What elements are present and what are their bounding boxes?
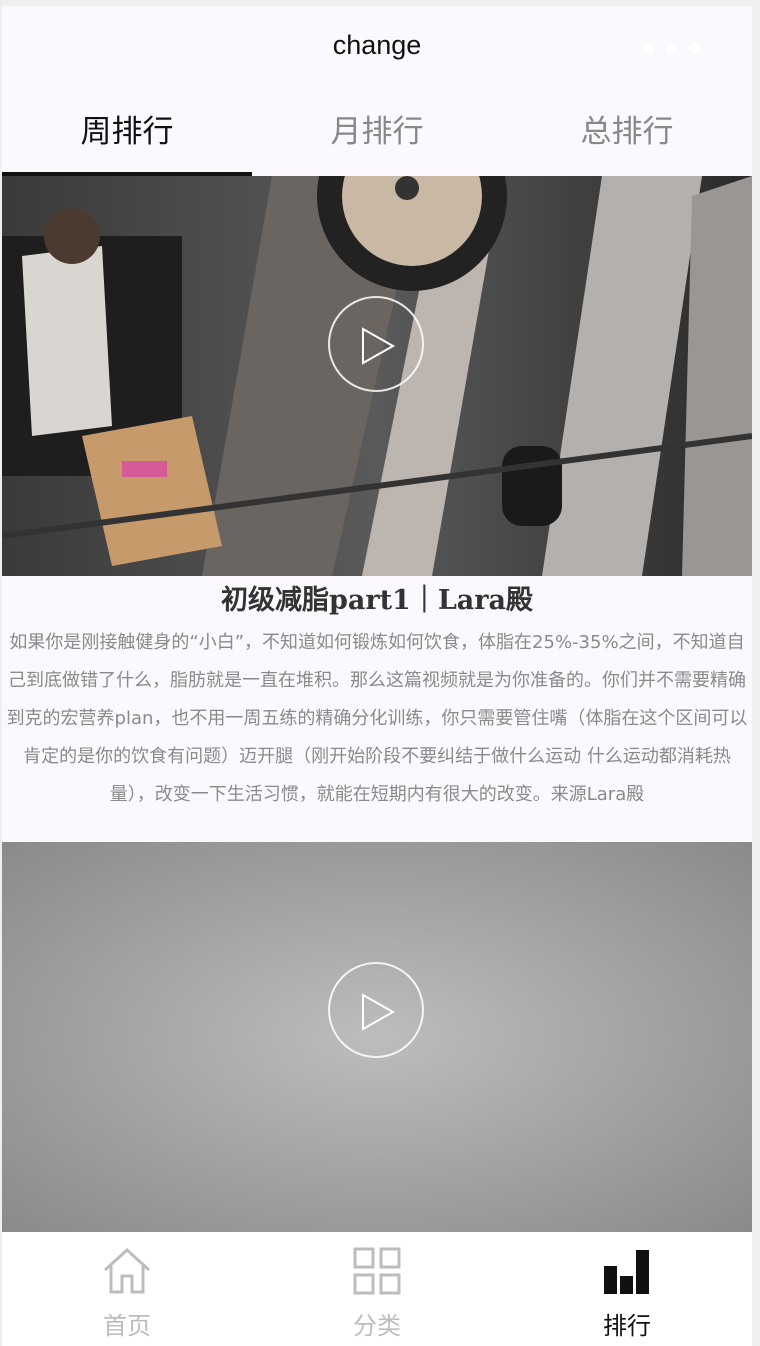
more-menu-button[interactable]: [642, 40, 711, 55]
video-info: 初级减脂part1｜Lara殿 如果你是刚接触健身的“小白”，不知道如何锻炼如何…: [2, 576, 752, 842]
bar-chart-icon: [604, 1250, 649, 1294]
tab-weekly[interactable]: 周排行: [2, 92, 252, 176]
page-title: change: [332, 30, 422, 60]
grid-icon: [353, 1247, 401, 1295]
tab-monthly[interactable]: 月排行: [252, 92, 502, 176]
video-player[interactable]: [2, 176, 752, 576]
nav-label: 分类: [353, 1312, 401, 1340]
more-dot-icon: [688, 42, 701, 55]
nav-item-home[interactable]: 首页: [2, 1232, 252, 1346]
play-icon: [362, 327, 396, 365]
play-button[interactable]: [328, 962, 424, 1058]
play-icon: [362, 993, 396, 1031]
play-button[interactable]: [328, 296, 424, 392]
home-icon: [103, 1247, 151, 1294]
nav-item-ranking[interactable]: 排行: [502, 1232, 752, 1346]
video-player[interactable]: [2, 842, 752, 1232]
tab-overall[interactable]: 总排行: [502, 92, 752, 176]
nav-label: 首页: [103, 1312, 151, 1340]
video-description: 如果你是刚接触健身的“小白”，不知道如何锻炼如何饮食，体脂在25%-35%之间，…: [6, 632, 748, 805]
more-dot-icon: [642, 42, 655, 55]
title-bar: change: [2, 6, 752, 92]
app-screen: change 周排行 月排行 总排行 初级减脂part1｜Lara殿 如果你是刚…: [2, 6, 752, 1346]
ranking-tabs: 周排行 月排行 总排行: [2, 92, 752, 176]
more-dot-icon: [665, 42, 678, 55]
nav-item-category[interactable]: 分类: [252, 1232, 502, 1346]
bottom-navigation: 首页 分类 排行: [2, 1232, 752, 1346]
video-title: 初级减脂part1｜Lara殿: [220, 585, 534, 616]
nav-label: 排行: [603, 1312, 651, 1340]
